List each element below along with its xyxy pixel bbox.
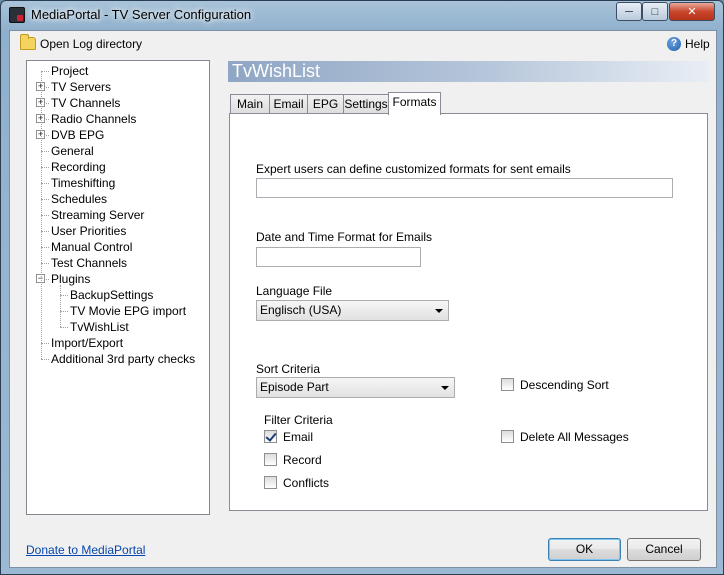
tree-connector	[41, 231, 49, 232]
tree-item-label: User Priorities	[51, 224, 127, 238]
tree-item-label: TV Movie EPG import	[70, 304, 187, 318]
chevron-down-icon	[435, 309, 443, 313]
tree-item-label: Radio Channels	[51, 112, 137, 126]
navigation-tree[interactable]: Project TV Servers + TV Channels + Radio Chan…	[26, 60, 210, 515]
minimize-icon: ─	[625, 5, 633, 18]
filter-conflicts-checkbox[interactable]	[264, 476, 277, 489]
delete-all-messages-checkbox[interactable]	[501, 430, 514, 443]
tree-item-label: Project	[51, 64, 89, 78]
maximize-icon: □	[651, 5, 659, 18]
tree-item-label: TV Channels	[51, 96, 121, 110]
close-button[interactable]: ✕	[669, 2, 715, 21]
tab-settings[interactable]: Settings	[343, 94, 389, 114]
tree-connector	[41, 71, 49, 72]
tree-connector	[41, 71, 42, 359]
tree-connector	[41, 343, 49, 344]
language-file-value: Englisch (USA)	[260, 303, 342, 317]
filter-criteria-label: Filter Criteria	[264, 413, 333, 427]
tree-connector	[60, 311, 68, 312]
help-button[interactable]: Help	[685, 37, 710, 51]
descending-sort-checkbox[interactable]	[501, 378, 514, 391]
tree-item-label: Test Channels	[51, 256, 128, 270]
toolbar: Open Log directory ? Help	[10, 31, 716, 57]
datetime-format-input[interactable]	[256, 247, 421, 267]
tree-item-label: Additional 3rd party checks	[51, 352, 196, 366]
tree-item-label: Schedules	[51, 192, 108, 206]
cancel-button[interactable]: Cancel	[627, 538, 701, 561]
app-window: MediaPortal - TV Server Configuration ─ …	[0, 0, 724, 575]
tree-item-label: Recording	[51, 160, 106, 174]
delete-all-messages-label: Delete All Messages	[520, 430, 629, 444]
close-icon: ✕	[687, 6, 697, 18]
window-title: MediaPortal - TV Server Configuration	[31, 7, 252, 22]
tree-connector	[41, 247, 49, 248]
tree-item-label: Manual Control	[51, 240, 133, 254]
filter-email-label: Email	[283, 430, 314, 444]
ok-button[interactable]: OK	[548, 538, 621, 561]
tree-connector	[60, 285, 61, 327]
tree-connector	[60, 327, 68, 328]
tree-connector	[41, 359, 49, 360]
tree-item-label: Plugins	[51, 272, 91, 286]
tab-main[interactable]: Main	[230, 94, 270, 114]
formats-panel: Expert users can define customized forma…	[229, 113, 708, 511]
tree-connector	[41, 167, 49, 168]
open-log-directory-button[interactable]: Open Log directory	[40, 37, 142, 51]
filter-record-label: Record	[283, 453, 322, 467]
sort-criteria-select[interactable]: Episode Part	[256, 377, 455, 398]
tree-connector	[41, 151, 49, 152]
tree-connector	[41, 215, 49, 216]
tree-item-label: TV Servers	[51, 80, 112, 94]
custom-formats-label: Expert users can define customized forma…	[256, 162, 571, 176]
tab-email[interactable]: Email	[269, 94, 308, 114]
tree-item-label: TvWishList	[70, 320, 129, 334]
tree-item-label: Timeshifting	[51, 176, 116, 190]
help-icon[interactable]: ?	[667, 37, 681, 51]
filter-email-checkbox[interactable]	[264, 430, 277, 443]
tree-item-label: DVB EPG	[51, 128, 105, 142]
datetime-format-label: Date and Time Format for Emails	[256, 230, 433, 244]
language-file-select[interactable]: Englisch (USA)	[256, 300, 449, 321]
tree-item-label: General	[51, 144, 94, 158]
tree-item-label: Streaming Server	[51, 208, 145, 222]
maximize-button[interactable]: □	[642, 2, 668, 21]
folder-icon[interactable]	[20, 34, 36, 50]
tree-connector	[41, 183, 49, 184]
tree-connector	[41, 199, 49, 200]
tree-connector	[41, 263, 49, 264]
client-area: Open Log directory ? Help Project TV Serv…	[9, 30, 717, 568]
chevron-down-icon	[441, 386, 449, 390]
section-banner: TvWishList	[228, 61, 709, 82]
donate-link[interactable]: Donate to MediaPortal	[26, 543, 145, 557]
language-file-label: Language File	[256, 284, 333, 298]
tree-connector	[60, 295, 68, 296]
tree-item-label: BackupSettings	[70, 288, 154, 302]
sort-criteria-value: Episode Part	[260, 380, 329, 394]
title-bar[interactable]: MediaPortal - TV Server Configuration ─ …	[1, 1, 723, 29]
filter-conflicts-label: Conflicts	[283, 476, 330, 490]
section-title: TvWishList	[232, 61, 321, 81]
tree-item-label: Import/Export	[51, 336, 124, 350]
filter-record-checkbox[interactable]	[264, 453, 277, 466]
app-icon	[9, 7, 25, 23]
sort-criteria-label: Sort Criteria	[256, 362, 321, 376]
tab-formats[interactable]: Formats	[388, 92, 441, 115]
minimize-button[interactable]: ─	[616, 2, 642, 21]
descending-sort-label: Descending Sort	[520, 378, 609, 392]
custom-formats-input[interactable]	[256, 178, 673, 198]
tab-epg[interactable]: EPG	[307, 94, 344, 114]
